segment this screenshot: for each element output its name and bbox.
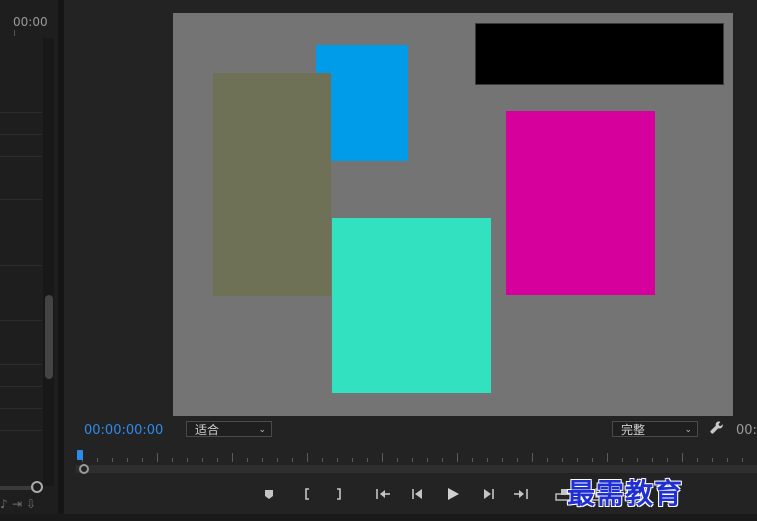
playhead[interactable]	[77, 450, 83, 460]
ruler-tick	[442, 458, 443, 462]
ruler-tick	[547, 458, 548, 462]
ruler-tick	[532, 453, 533, 462]
ruler-tick	[607, 453, 608, 462]
ruler-tick	[682, 453, 683, 462]
ruler-tick	[637, 458, 638, 462]
zoom-level-value: 适合	[195, 423, 220, 437]
project-panel: 00:00 ♪ ⇥ ⇩	[0, 0, 58, 521]
ruler-tick	[652, 458, 653, 462]
ruler-tick	[187, 458, 188, 462]
ruler-tick	[322, 458, 323, 462]
panel-vertical-scrollbar[interactable]	[43, 38, 54, 486]
ruler-tick	[202, 458, 203, 462]
mark-in-icon[interactable]	[300, 483, 314, 505]
panel-row	[0, 265, 42, 266]
ruler-tick	[667, 458, 668, 462]
bottom-edge	[0, 514, 757, 521]
ruler-tick	[97, 458, 98, 462]
ruler-tick	[172, 458, 173, 462]
ruler-tick	[457, 453, 458, 462]
panel-row	[0, 112, 42, 113]
ruler-tick	[247, 458, 248, 462]
ruler-tick	[217, 458, 218, 462]
ruler-tick	[352, 458, 353, 462]
marker-icon[interactable]	[262, 483, 276, 505]
step-back-icon[interactable]	[410, 483, 426, 505]
ruler-tick	[337, 458, 338, 462]
panel-row	[0, 199, 42, 200]
wrench-icon[interactable]	[709, 420, 724, 439]
ruler-tick	[397, 458, 398, 462]
ruler-tick	[367, 458, 368, 462]
panel-row	[0, 430, 42, 431]
audio-icon[interactable]: ♪	[0, 497, 8, 511]
ruler-tick	[307, 453, 308, 462]
go-to-in-icon[interactable]	[374, 483, 392, 505]
ruler-tick	[112, 458, 113, 462]
ruler-tick	[262, 458, 263, 462]
black-clip[interactable]	[475, 23, 724, 85]
panel-timecode: 00:00	[13, 15, 48, 29]
ruler-tick	[472, 458, 473, 462]
ruler-tick	[622, 458, 623, 462]
panel-zoom-track[interactable]	[0, 486, 34, 490]
playhead-timecode[interactable]: 00:00:00:00	[84, 423, 163, 438]
ruler-tick	[712, 458, 713, 462]
ruler-tick	[14, 30, 15, 36]
panel-row	[0, 364, 42, 365]
ruler-tick	[487, 458, 488, 462]
ruler-tick	[517, 458, 518, 462]
panel-scroll-thumb[interactable]	[45, 295, 53, 379]
ruler-tick	[727, 458, 728, 462]
chevron-down-icon: ⌄	[684, 425, 692, 435]
arrow-icon[interactable]: ⇥	[12, 497, 22, 511]
olive-clip[interactable]	[213, 73, 331, 296]
ruler-tick	[592, 458, 593, 462]
ruler-tick	[427, 458, 428, 462]
ruler-tick	[577, 458, 578, 462]
zoom-level-select[interactable]: 适合 ⌄	[186, 421, 272, 437]
video-canvas[interactable]	[173, 13, 733, 416]
panel-row	[0, 156, 42, 157]
ruler-tick	[742, 458, 743, 462]
ruler-tick	[232, 453, 233, 462]
ruler-tick	[697, 458, 698, 462]
chevron-down-icon: ⌄	[258, 425, 266, 435]
ruler-tick	[127, 458, 128, 462]
panel-zoom-handle[interactable]	[31, 481, 43, 493]
ruler-tick	[157, 453, 158, 462]
ruler-tick	[142, 458, 143, 462]
go-to-out-icon[interactable]	[512, 483, 530, 505]
mark-out-icon[interactable]	[332, 483, 346, 505]
playback-resolution-value: 完整	[621, 423, 646, 437]
watermark-text: 最需教育	[567, 477, 684, 510]
ruler-tick	[562, 458, 563, 462]
play-icon[interactable]	[444, 483, 462, 505]
playback-resolution-select[interactable]: 完整 ⌄	[612, 421, 698, 437]
ruler-tick	[412, 458, 413, 462]
ruler-tick	[292, 458, 293, 462]
time-ruler[interactable]	[76, 448, 757, 464]
duration-timecode: 00:	[736, 423, 757, 438]
panel-row	[0, 386, 42, 387]
ruler-tick	[382, 453, 383, 462]
panel-row	[0, 134, 42, 135]
teal-clip[interactable]	[332, 218, 491, 393]
step-forward-icon[interactable]	[480, 483, 496, 505]
zoom-scroll-handle[interactable]	[79, 464, 89, 474]
panel-row	[0, 408, 42, 409]
ruler-tick	[502, 458, 503, 462]
ruler-tick	[277, 458, 278, 462]
download-icon[interactable]: ⇩	[26, 497, 36, 511]
program-monitor: 00:00:00:00 适合 ⌄ 完整 ⌄ 00:	[64, 0, 757, 521]
panel-row	[0, 320, 42, 321]
magenta-clip[interactable]	[506, 111, 655, 295]
